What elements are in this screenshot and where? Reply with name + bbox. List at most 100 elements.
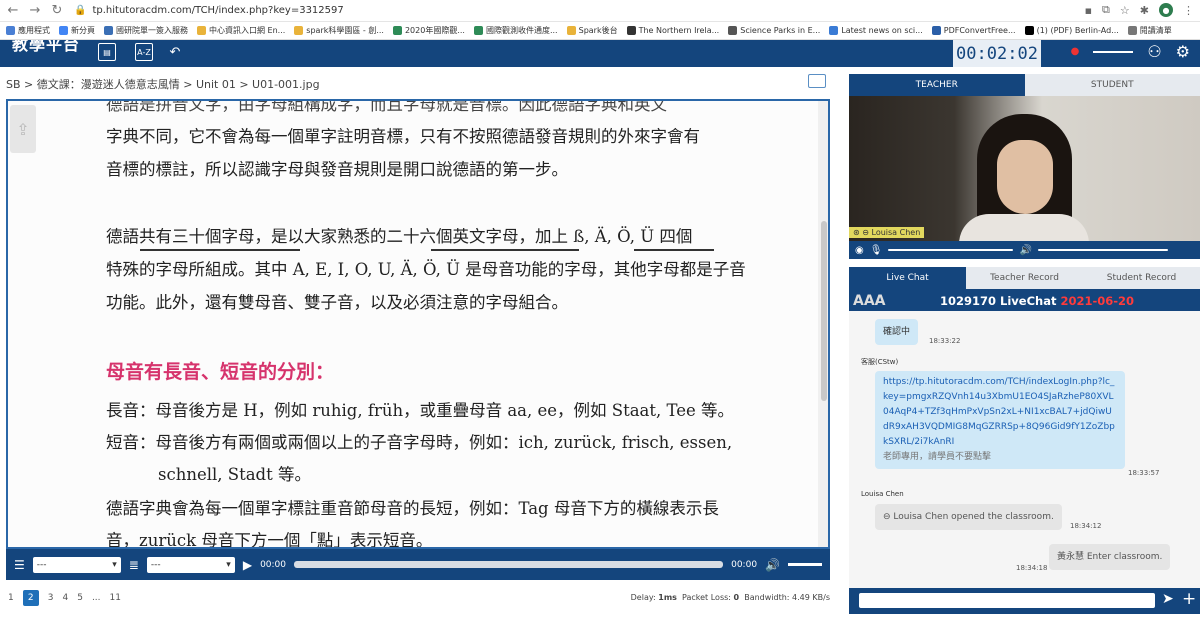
doc-heading: 母音有長音、短音的分別：	[106, 361, 335, 383]
bookmark-item[interactable]: Spark後台	[566, 25, 618, 36]
bookmark-item[interactable]: Latest news on sci...	[829, 26, 923, 35]
doc-scrollbar[interactable]	[818, 101, 828, 547]
bookmark-item[interactable]: 新分頁	[59, 25, 95, 36]
tab-teacher[interactable]: TEACHER	[849, 74, 1025, 96]
profile-avatar[interactable]: ●	[1159, 3, 1173, 17]
page-link[interactable]: 3	[48, 593, 54, 603]
tab-live-chat[interactable]: Live Chat	[849, 267, 966, 289]
mic-icon[interactable]: 🎙	[870, 245, 883, 256]
plus-icon[interactable]: +	[1182, 589, 1196, 609]
chat-note: 老師專用，請學員不要點擊	[883, 452, 992, 462]
chat-link[interactable]: https://tp.hitutoracdm.com/TCH/indexLogI…	[883, 377, 1115, 447]
doc-line: 長音：母音後方是 H，例如 ruhig, früh，或重疊母音 aa, ee，例…	[106, 401, 735, 420]
font-size-toggle[interactable]: AAA	[853, 293, 886, 309]
audio-player: ☰ --- ▾ ≣ --- ▾ ▶ 00:00 00:00 🔊	[6, 549, 830, 580]
folder-icon[interactable]	[808, 74, 826, 88]
play-icon[interactable]: ▶	[243, 558, 252, 572]
settings-icon[interactable]: ⚙	[1176, 42, 1190, 61]
time-start: 00:00	[260, 559, 286, 570]
connection-stats: Delay: 1ms Packet Loss: 0 Bandwidth: 4.4…	[630, 593, 830, 602]
video-controls: ◉ 🎙 🔊	[849, 241, 1200, 259]
chat-timestamp: 18:33:22	[929, 337, 961, 345]
doc-line: 功能。此外，還有雙母音、雙子音，以及必須注意的字母組合。	[106, 293, 568, 312]
users-icon[interactable]: ⚇	[1147, 42, 1161, 61]
undo-icon[interactable]: ↶	[166, 43, 184, 61]
page-link-current[interactable]: 2	[22, 590, 39, 606]
browser-actions: ▪ ⧉ ☆ ✱ ● ⋮	[1085, 3, 1194, 17]
volume-bar[interactable]	[1093, 50, 1134, 53]
volume-icon[interactable]: 🔊	[765, 558, 780, 572]
bookmark-item[interactable]: 國研院單一簽入服務	[104, 25, 188, 36]
app-logo: 教學平台	[12, 40, 81, 54]
playlist-icon[interactable]: ☰	[14, 558, 25, 572]
menu-icon[interactable]: ⋮	[1183, 4, 1194, 17]
chat-header: AAA 1029170 LiveChat 2021-06-20	[849, 289, 1200, 311]
track-select[interactable]: --- ▾	[32, 556, 121, 573]
volume-slider[interactable]	[788, 563, 822, 566]
scroll-thumb[interactable]	[821, 221, 827, 401]
bookmark-item[interactable]: spark科學園區 - 創...	[294, 25, 384, 36]
share-icon[interactable]: ⇪	[10, 105, 36, 153]
doc-line: 德語是拼音文字，由字母組構成字，而且字母就是音標。因此德語字典和英文	[106, 99, 667, 114]
chat-timestamp: 18:33:57	[1128, 469, 1160, 477]
page-link[interactable]: 1	[8, 593, 14, 603]
bookmark-item[interactable]: 國際觀測收件通度...	[473, 25, 558, 36]
record-indicator: ●	[1070, 46, 1080, 57]
chat-timestamp: 18:34:18	[1016, 564, 1048, 572]
chat-messages: 確認中 18:33:22 客服(CStw) https://tp.hitutor…	[849, 311, 1200, 591]
chat-sender: 客服(CStw)	[861, 358, 899, 366]
progress-track[interactable]	[294, 561, 724, 568]
reload-icon[interactable]: ↻	[48, 3, 66, 18]
extension-icon[interactable]: ▪	[1085, 4, 1092, 17]
chat-tabs: Live Chat Teacher Record Student Record	[849, 267, 1200, 289]
bookmark-item[interactable]: The Northern Irela...	[626, 26, 719, 35]
tab-student-record[interactable]: Student Record	[1083, 267, 1200, 289]
bookmark-bar: 應用程式 新分頁 國研院單一簽入服務 中心資訊入口網 En... spark科學…	[0, 22, 1200, 40]
bookmark-item[interactable]: 應用程式	[6, 25, 50, 36]
star-icon[interactable]: ☆	[1120, 4, 1130, 17]
speaker-icon[interactable]: 🔊	[1019, 245, 1031, 256]
video-tabs: TEACHER STUDENT	[849, 74, 1200, 96]
page-link[interactable]: 4	[62, 593, 68, 603]
app-header: 教學平台 ▤ A-Z ↶ 00:02:02 ● ⚇ ⚙	[0, 40, 1200, 67]
chat-bubble: 確認中	[875, 319, 919, 345]
chat-sender: Louisa Chen	[861, 490, 904, 498]
browser-address-bar: ← → ↻ 🔒 tp.hitutoracdm.com/TCH/index.php…	[0, 0, 1200, 22]
mic-level[interactable]	[888, 249, 1014, 251]
doc-line: 德語字典會為每一個單字標註重音節母音的長短，例如：Tag 母音下方的橫線表示長	[106, 499, 719, 518]
bookmark-item[interactable]: Science Parks in E...	[728, 26, 820, 35]
chat-bubble: ⊖ Louisa Chen opened the classroom.	[875, 504, 1062, 530]
slides-icon[interactable]: ▤	[98, 43, 116, 61]
bookmark-item[interactable]: 閱讀清單	[1127, 25, 1172, 36]
chat-input-bar: ➤ +	[849, 588, 1200, 614]
underline-mark	[634, 249, 714, 251]
header-actions: ● ⚇ ⚙	[1071, 42, 1190, 61]
az-icon[interactable]: A-Z	[135, 43, 153, 61]
page-link[interactable]: 5	[77, 593, 83, 603]
camera-icon[interactable]: ◉	[855, 245, 864, 256]
tab-student[interactable]: STUDENT	[1024, 74, 1200, 96]
puzzle-icon[interactable]: ✱	[1140, 4, 1149, 17]
bookmark-item[interactable]: (1) (PDF) Berlin-Ad...	[1024, 26, 1119, 35]
video-person-body	[959, 214, 1089, 241]
bookmark-item[interactable]: PDFConvertFree...	[931, 26, 1016, 35]
chat-input[interactable]	[859, 593, 1155, 608]
bookmark-item[interactable]: 中心資訊入口網 En...	[197, 25, 285, 36]
tab-teacher-record[interactable]: Teacher Record	[966, 267, 1083, 289]
page-ellipsis: ...	[91, 593, 101, 603]
speaker-level[interactable]	[1037, 249, 1168, 251]
right-panel: TEACHER STUDENT ⊛ ⊖ Louisa Chen ◉ 🎙 🔊 Li…	[849, 74, 1200, 630]
send-icon[interactable]: ➤	[1162, 591, 1174, 607]
forward-arrow-icon[interactable]: →	[26, 3, 44, 18]
doc-line: 音，zurück 母音下方一個「點」表示短音。	[106, 531, 433, 549]
list-icon[interactable]: ≣	[129, 558, 139, 572]
translate-icon[interactable]: ⧉	[1102, 3, 1110, 17]
bookmark-item[interactable]: 2020年國際觀...	[392, 25, 465, 36]
url-field[interactable]: tp.hitutoracdm.com/TCH/index.php?key=331…	[92, 5, 343, 16]
doc-line: 音標的標註，所以認識字母與發音規則是開口說德語的第一步。	[106, 160, 568, 179]
back-arrow-icon[interactable]: ←	[4, 3, 22, 18]
time-end: 00:00	[731, 559, 758, 570]
underline-mark	[431, 249, 579, 251]
page-link[interactable]: 11	[110, 593, 121, 603]
speed-select[interactable]: --- ▾	[146, 556, 235, 573]
